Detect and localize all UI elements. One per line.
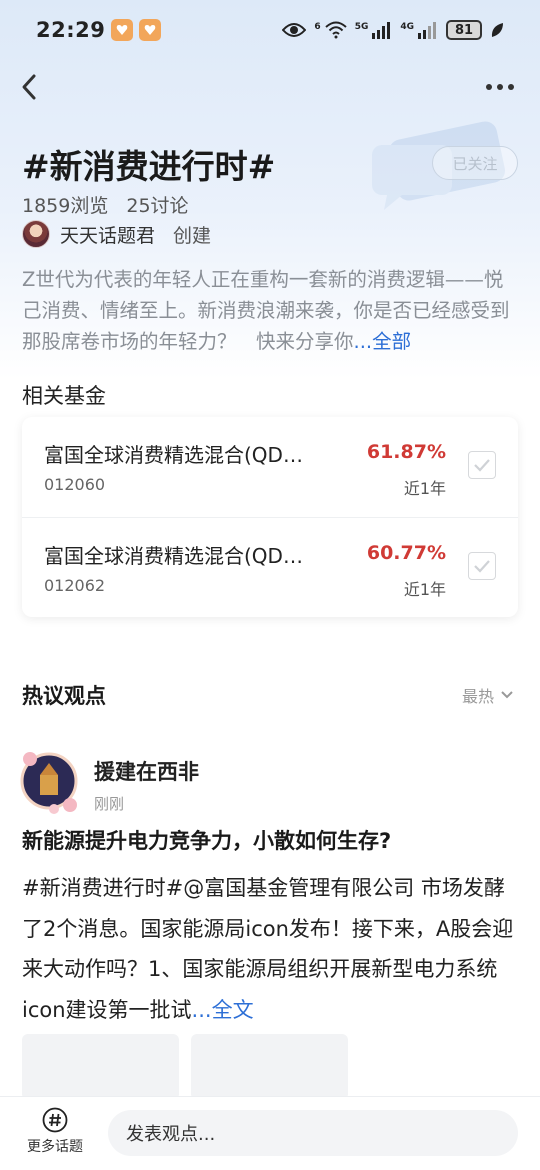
- hot-opinions-title: 热议观点: [22, 684, 106, 708]
- fund-code: 012060: [44, 475, 106, 494]
- fund-row[interactable]: 富国全球消费精选混合(QD… 012062 60.77% 近1年: [22, 517, 518, 617]
- fund-code: 012062: [44, 576, 106, 595]
- fund-select-checkbox[interactable]: [468, 451, 496, 479]
- intro-expand-link[interactable]: ...全部: [354, 330, 412, 353]
- related-funds-card: 富国全球消费精选混合(QD… 012060 61.87% 近1年 富国全球消费精…: [22, 417, 518, 617]
- bottom-bar: 更多话题 发表观点...: [0, 1096, 540, 1170]
- post-author-name[interactable]: 援建在西非: [94, 756, 199, 786]
- signal-icon: [418, 22, 436, 39]
- network-label: 6: [314, 22, 321, 32]
- topic-intro-text: Z世代为代表的年轻人正在重构一套新的消费逻辑——悦己消费、情绪至上。新消费浪潮来…: [22, 268, 510, 353]
- post-body[interactable]: #新消费进行时#@富国基金管理有限公司 市场发酵了2个消息。国家能源局icon发…: [22, 868, 522, 1030]
- fund-period: 近1年: [403, 479, 446, 498]
- post-expand-link[interactable]: ...全文: [192, 998, 254, 1022]
- status-time: 22:29: [36, 18, 106, 42]
- more-topics-button[interactable]: 更多话题: [20, 1107, 90, 1156]
- more-topics-label: 更多话题: [27, 1139, 83, 1155]
- author-avatar[interactable]: [18, 745, 80, 817]
- post-image-thumbnail[interactable]: [191, 1034, 348, 1100]
- post-time: 刚刚: [94, 795, 125, 813]
- opinion-input[interactable]: 发表观点...: [108, 1110, 518, 1156]
- signal-icon: [372, 22, 391, 39]
- chevron-left-icon: [22, 74, 36, 100]
- topic-creator[interactable]: 天天话题君 创建: [22, 220, 211, 248]
- more-dot-icon: [497, 84, 503, 90]
- views-count: 1859浏览: [22, 195, 109, 217]
- checkmark-icon: [474, 459, 490, 472]
- status-bar: 22:29 6 5G 4G 81: [0, 0, 540, 60]
- chevron-down-icon: [501, 691, 513, 699]
- sort-dropdown[interactable]: 最热: [462, 683, 514, 707]
- fund-name: 富国全球消费精选混合(QD…: [44, 544, 303, 568]
- fund-return: 60.77%: [366, 542, 446, 564]
- post-body-text: #新消费进行时#@富国基金管理有限公司 市场发酵了2个消息。国家能源局icon发…: [22, 876, 514, 1022]
- fund-return: 61.87%: [366, 441, 446, 463]
- app-notification-icon: [111, 19, 134, 41]
- wifi-icon: [325, 21, 347, 39]
- more-options-button[interactable]: [486, 78, 518, 96]
- app-notification-icon: [139, 19, 162, 41]
- more-dot-icon: [486, 84, 492, 90]
- post-title[interactable]: 新能源提升电力竞争力，小散如何生存?: [22, 825, 391, 855]
- creator-avatar[interactable]: [22, 220, 50, 248]
- topic-intro: Z世代为代表的年轻人正在重构一套新的消费逻辑——悦己消费、情绪至上。新消费浪潮来…: [22, 264, 522, 357]
- follow-button[interactable]: 已关注: [432, 146, 518, 180]
- post-image-thumbnail[interactable]: [22, 1034, 179, 1100]
- fund-row[interactable]: 富国全球消费精选混合(QD… 012060 61.87% 近1年: [22, 417, 518, 517]
- fund-name: 富国全球消费精选混合(QD…: [44, 443, 303, 467]
- topic-stats: 1859浏览 25讨论: [22, 191, 189, 218]
- topic-title: #新消费进行时#: [22, 147, 276, 186]
- network-label: 4G: [400, 22, 414, 32]
- back-button[interactable]: [16, 70, 46, 104]
- creator-action-label: 创建: [173, 224, 212, 247]
- network-label: 5G: [354, 22, 369, 32]
- checkmark-icon: [474, 560, 490, 573]
- battery-indicator: 81: [446, 20, 482, 40]
- hashtag-icon: [42, 1107, 68, 1133]
- more-dot-icon: [508, 84, 514, 90]
- creator-name[interactable]: 天天话题君: [60, 221, 155, 248]
- fund-period: 近1年: [403, 580, 446, 599]
- eye-icon: [282, 23, 307, 37]
- sort-label: 最热: [461, 687, 494, 706]
- leaf-icon: [491, 23, 503, 37]
- discussions-count: 25讨论: [126, 195, 189, 217]
- fund-select-checkbox[interactable]: [468, 552, 496, 580]
- related-funds-title: 相关基金: [22, 384, 106, 408]
